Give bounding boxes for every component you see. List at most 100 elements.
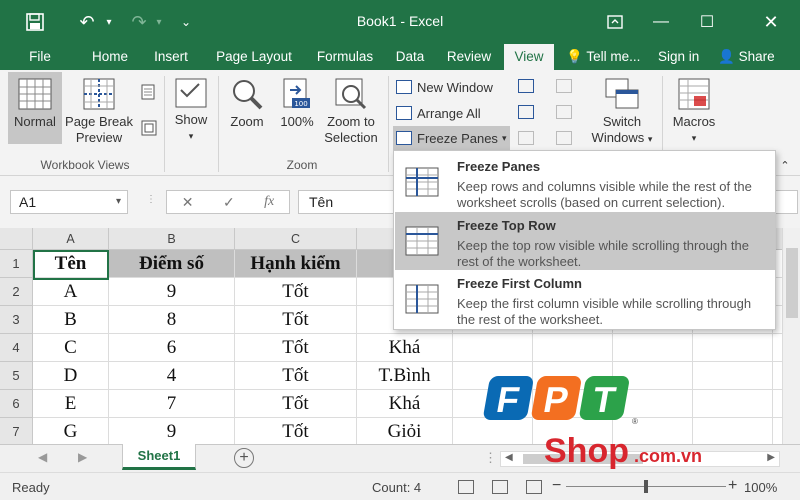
insert-function-icon[interactable]: fx xyxy=(264,194,274,210)
column-header-b[interactable]: B xyxy=(109,228,235,250)
tab-insert[interactable]: Insert xyxy=(148,44,194,70)
tell-me-search[interactable]: 💡 Tell me... xyxy=(566,44,640,70)
table-cell[interactable]: A xyxy=(33,278,109,306)
menu-item-freeze-first-column[interactable]: Freeze First Column Keep the first colum… xyxy=(395,270,775,328)
cell-c1[interactable]: Hạnh kiểm xyxy=(235,250,357,278)
scroll-right-icon[interactable]: ▶ xyxy=(767,452,775,463)
sheet-tab-sheet1[interactable]: Sheet1 xyxy=(122,444,196,470)
zoom-in-icon[interactable]: + xyxy=(728,477,737,495)
table-cell[interactable]: T.Bình xyxy=(357,362,453,390)
page-layout-view-icon[interactable] xyxy=(140,84,156,100)
tab-page-layout[interactable]: Page Layout xyxy=(208,44,300,70)
table-cell[interactable]: 9 xyxy=(109,418,235,444)
tab-view[interactable]: View xyxy=(504,44,554,70)
row-header[interactable]: 1 xyxy=(0,250,33,278)
tab-review[interactable]: Review xyxy=(440,44,498,70)
group-separator xyxy=(218,76,219,172)
name-box-dropdown-icon[interactable]: ▾ xyxy=(116,191,121,213)
new-window-button[interactable]: New Window xyxy=(396,76,493,98)
page-break-preview-button[interactable]: Page Break Preview xyxy=(62,72,136,152)
tab-file[interactable]: File xyxy=(18,44,62,70)
table-cell[interactable]: E xyxy=(33,390,109,418)
macros-button[interactable]: Macros ▾ xyxy=(668,72,720,152)
table-cell[interactable]: Tốt xyxy=(235,334,357,362)
enter-icon[interactable]: ✓ xyxy=(223,194,235,211)
vertical-scroll-thumb[interactable] xyxy=(786,248,798,318)
view-side-by-side-icon[interactable] xyxy=(556,79,574,93)
row-header[interactable]: 4 xyxy=(0,334,33,362)
custom-views-icon[interactable] xyxy=(140,120,158,138)
hide-icon[interactable] xyxy=(518,105,536,119)
menu-item-freeze-top-row[interactable]: Freeze Top Row Keep the top row visible … xyxy=(395,212,775,270)
tab-formulas[interactable]: Formulas xyxy=(308,44,382,70)
ribbon-display-icon[interactable] xyxy=(592,0,638,44)
row-header[interactable]: 7 xyxy=(0,418,33,444)
show-button[interactable]: Show ▾ xyxy=(168,72,214,152)
row-header[interactable]: 5 xyxy=(0,362,33,390)
arrange-all-button[interactable]: Arrange All xyxy=(396,102,481,124)
switch-windows-button[interactable]: Switch Windows ▾ xyxy=(590,72,654,152)
logo-shop: Shop xyxy=(544,432,629,470)
table-cell[interactable]: Tốt xyxy=(235,278,357,306)
collapse-ribbon-icon[interactable]: ⌃ xyxy=(778,158,792,174)
tab-data[interactable]: Data xyxy=(390,44,430,70)
prev-sheet-icon[interactable]: ◀ xyxy=(38,450,47,464)
minimize-icon[interactable]: — xyxy=(638,0,684,44)
table-cell[interactable]: Tốt xyxy=(235,306,357,334)
unhide-icon[interactable] xyxy=(518,131,536,145)
normal-view-button[interactable]: Normal xyxy=(8,72,62,144)
table-cell[interactable]: G xyxy=(33,418,109,444)
zoom-slider-knob[interactable] xyxy=(644,480,648,493)
page-break-status-icon[interactable] xyxy=(526,480,542,494)
person-icon: 👤 xyxy=(718,49,735,64)
share-button[interactable]: 👤 Share xyxy=(718,44,775,70)
table-cell[interactable]: 4 xyxy=(109,362,235,390)
cell-b1[interactable]: Điểm số xyxy=(109,250,235,278)
table-cell[interactable]: 6 xyxy=(109,334,235,362)
page-layout-status-icon[interactable] xyxy=(492,480,508,494)
table-cell[interactable]: 9 xyxy=(109,278,235,306)
menu-item-freeze-panes[interactable]: Freeze Panes Keep rows and columns visib… xyxy=(395,153,775,211)
normal-view-status-icon[interactable] xyxy=(458,480,474,494)
sign-in-link[interactable]: Sign in xyxy=(658,44,699,70)
row-header[interactable]: 3 xyxy=(0,306,33,334)
zoom-label: Zoom xyxy=(230,114,264,129)
table-cell[interactable]: B xyxy=(33,306,109,334)
reset-window-position-icon[interactable] xyxy=(556,131,574,145)
table-cell[interactable]: D xyxy=(33,362,109,390)
name-box[interactable]: A1 ▾ xyxy=(10,190,128,214)
freeze-panes-button[interactable]: Freeze Panes ▾ xyxy=(393,126,511,150)
table-cell[interactable]: Tốt xyxy=(235,362,357,390)
close-icon[interactable]: ✕ xyxy=(748,0,794,44)
show-icon xyxy=(175,78,207,108)
add-sheet-icon[interactable]: + xyxy=(234,448,254,468)
tab-home[interactable]: Home xyxy=(84,44,136,70)
split-icon[interactable] xyxy=(518,79,536,93)
table-cell[interactable]: Tốt xyxy=(235,418,357,444)
table-cell[interactable]: 8 xyxy=(109,306,235,334)
table-cell[interactable]: Giỏi xyxy=(357,418,453,444)
vertical-scrollbar[interactable] xyxy=(782,228,800,444)
zoom-to-selection-button[interactable]: Zoom to Selection xyxy=(320,72,382,152)
table-cell[interactable]: 7 xyxy=(109,390,235,418)
maximize-icon[interactable]: ☐ xyxy=(684,0,730,44)
zoom-button[interactable]: Zoom xyxy=(222,72,272,142)
select-all-corner[interactable] xyxy=(0,228,33,250)
menu-item-title: Freeze Panes xyxy=(457,159,541,174)
table-cell[interactable]: Khá xyxy=(357,390,453,418)
row-header[interactable]: 2 xyxy=(0,278,33,306)
table-cell[interactable]: C xyxy=(33,334,109,362)
next-sheet-icon[interactable]: ▶ xyxy=(78,450,87,464)
zoom-100-button[interactable]: 100 100% xyxy=(274,72,320,142)
cell-a1[interactable]: Tên xyxy=(33,250,109,278)
zoom-out-icon[interactable]: − xyxy=(552,477,561,495)
column-header-a[interactable]: A xyxy=(33,228,109,250)
cancel-icon[interactable]: ✕ xyxy=(182,194,194,211)
status-zoom[interactable]: 100% xyxy=(744,480,777,495)
row-header[interactable]: 6 xyxy=(0,390,33,418)
freeze-panes-menu: Freeze Panes Keep rows and columns visib… xyxy=(393,150,776,330)
column-header-c[interactable]: C xyxy=(235,228,357,250)
synchronous-scrolling-icon[interactable] xyxy=(556,105,574,119)
table-cell[interactable]: Tốt xyxy=(235,390,357,418)
table-cell[interactable]: Khá xyxy=(357,334,453,362)
